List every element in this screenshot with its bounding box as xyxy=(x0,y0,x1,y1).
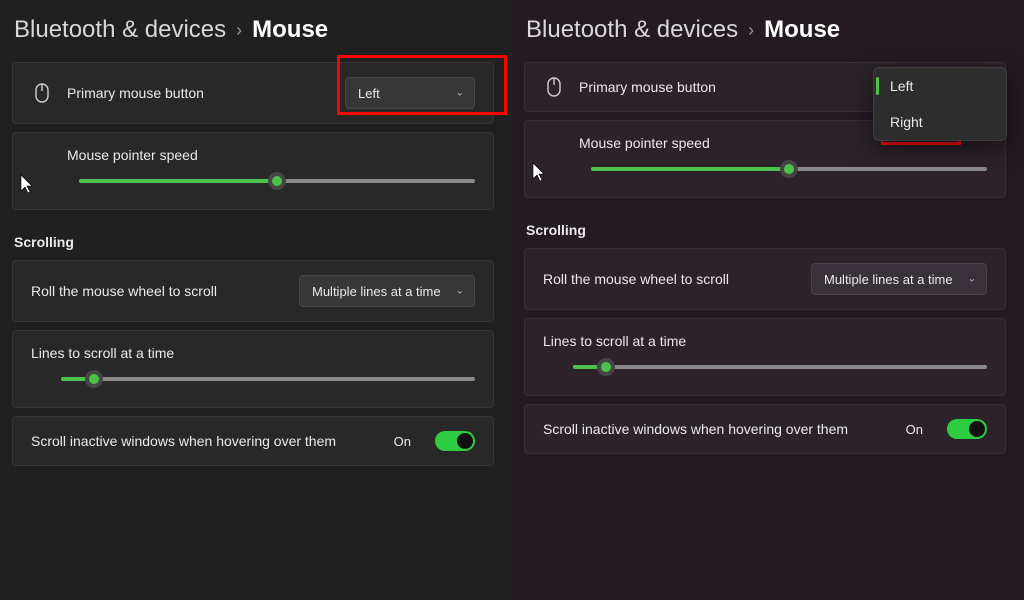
settings-panel-open: Bluetooth & devices › Mouse Primary mous… xyxy=(512,0,1024,600)
pointer-speed-slider[interactable] xyxy=(591,159,987,179)
menu-item-right[interactable]: Right xyxy=(874,104,1006,140)
lines-card: Lines to scroll at a time xyxy=(12,330,494,408)
inactive-label: Scroll inactive windows when hovering ov… xyxy=(543,421,892,437)
scrolling-heading: Scrolling xyxy=(526,222,1006,238)
roll-wheel-card: Roll the mouse wheel to scroll Multiple … xyxy=(12,260,494,322)
pointer-speed-card: Mouse pointer speed xyxy=(12,132,494,210)
dropdown-value: Multiple lines at a time xyxy=(312,284,441,299)
breadcrumb-current: Mouse xyxy=(764,16,840,44)
chevron-right-icon: › xyxy=(748,20,754,41)
primary-button-dropdown[interactable]: Left ⌄ xyxy=(345,77,475,109)
chevron-right-icon: › xyxy=(236,20,242,41)
primary-button-card: Primary mouse button Left ⌄ xyxy=(12,62,494,124)
lines-label: Lines to scroll at a time xyxy=(543,333,987,349)
chevron-down-icon: ⌄ xyxy=(456,286,464,297)
scrolling-heading: Scrolling xyxy=(14,234,494,250)
primary-button-menu: Left Right xyxy=(873,67,1007,141)
pointer-speed-label: Mouse pointer speed xyxy=(67,147,475,163)
mouse-icon xyxy=(543,77,565,97)
breadcrumb: Bluetooth & devices › Mouse xyxy=(12,12,494,44)
breadcrumb-current: Mouse xyxy=(252,16,328,44)
settings-panel-closed: Bluetooth & devices › Mouse Primary mous… xyxy=(0,0,512,600)
lines-slider[interactable] xyxy=(61,369,475,389)
lines-label: Lines to scroll at a time xyxy=(31,345,475,361)
roll-wheel-dropdown[interactable]: Multiple lines at a time ⌄ xyxy=(811,263,987,295)
lines-slider[interactable] xyxy=(573,357,987,377)
menu-item-left[interactable]: Left xyxy=(874,68,1006,104)
primary-button-label: Primary mouse button xyxy=(67,85,331,101)
roll-wheel-card: Roll the mouse wheel to scroll Multiple … xyxy=(524,248,1006,310)
primary-button-card: Primary mouse button Left Right xyxy=(524,62,1006,112)
roll-wheel-label: Roll the mouse wheel to scroll xyxy=(543,271,797,287)
chevron-down-icon: ⌄ xyxy=(968,274,976,285)
inactive-card: Scroll inactive windows when hovering ov… xyxy=(524,404,1006,454)
toggle-state-text: On xyxy=(394,434,411,449)
roll-wheel-dropdown[interactable]: Multiple lines at a time ⌄ xyxy=(299,275,475,307)
pointer-speed-slider[interactable] xyxy=(79,171,475,191)
breadcrumb-parent[interactable]: Bluetooth & devices xyxy=(14,16,226,44)
roll-wheel-label: Roll the mouse wheel to scroll xyxy=(31,283,285,299)
inactive-card: Scroll inactive windows when hovering ov… xyxy=(12,416,494,466)
mouse-icon xyxy=(31,83,53,103)
inactive-label: Scroll inactive windows when hovering ov… xyxy=(31,433,380,449)
toggle-state-text: On xyxy=(906,422,923,437)
dropdown-value: Multiple lines at a time xyxy=(824,272,953,287)
breadcrumb-parent[interactable]: Bluetooth & devices xyxy=(526,16,738,44)
lines-card: Lines to scroll at a time xyxy=(524,318,1006,396)
dropdown-value: Left xyxy=(358,86,380,101)
breadcrumb: Bluetooth & devices › Mouse xyxy=(524,12,1006,44)
inactive-toggle[interactable] xyxy=(435,431,475,451)
chevron-down-icon: ⌄ xyxy=(456,88,464,99)
inactive-toggle[interactable] xyxy=(947,419,987,439)
